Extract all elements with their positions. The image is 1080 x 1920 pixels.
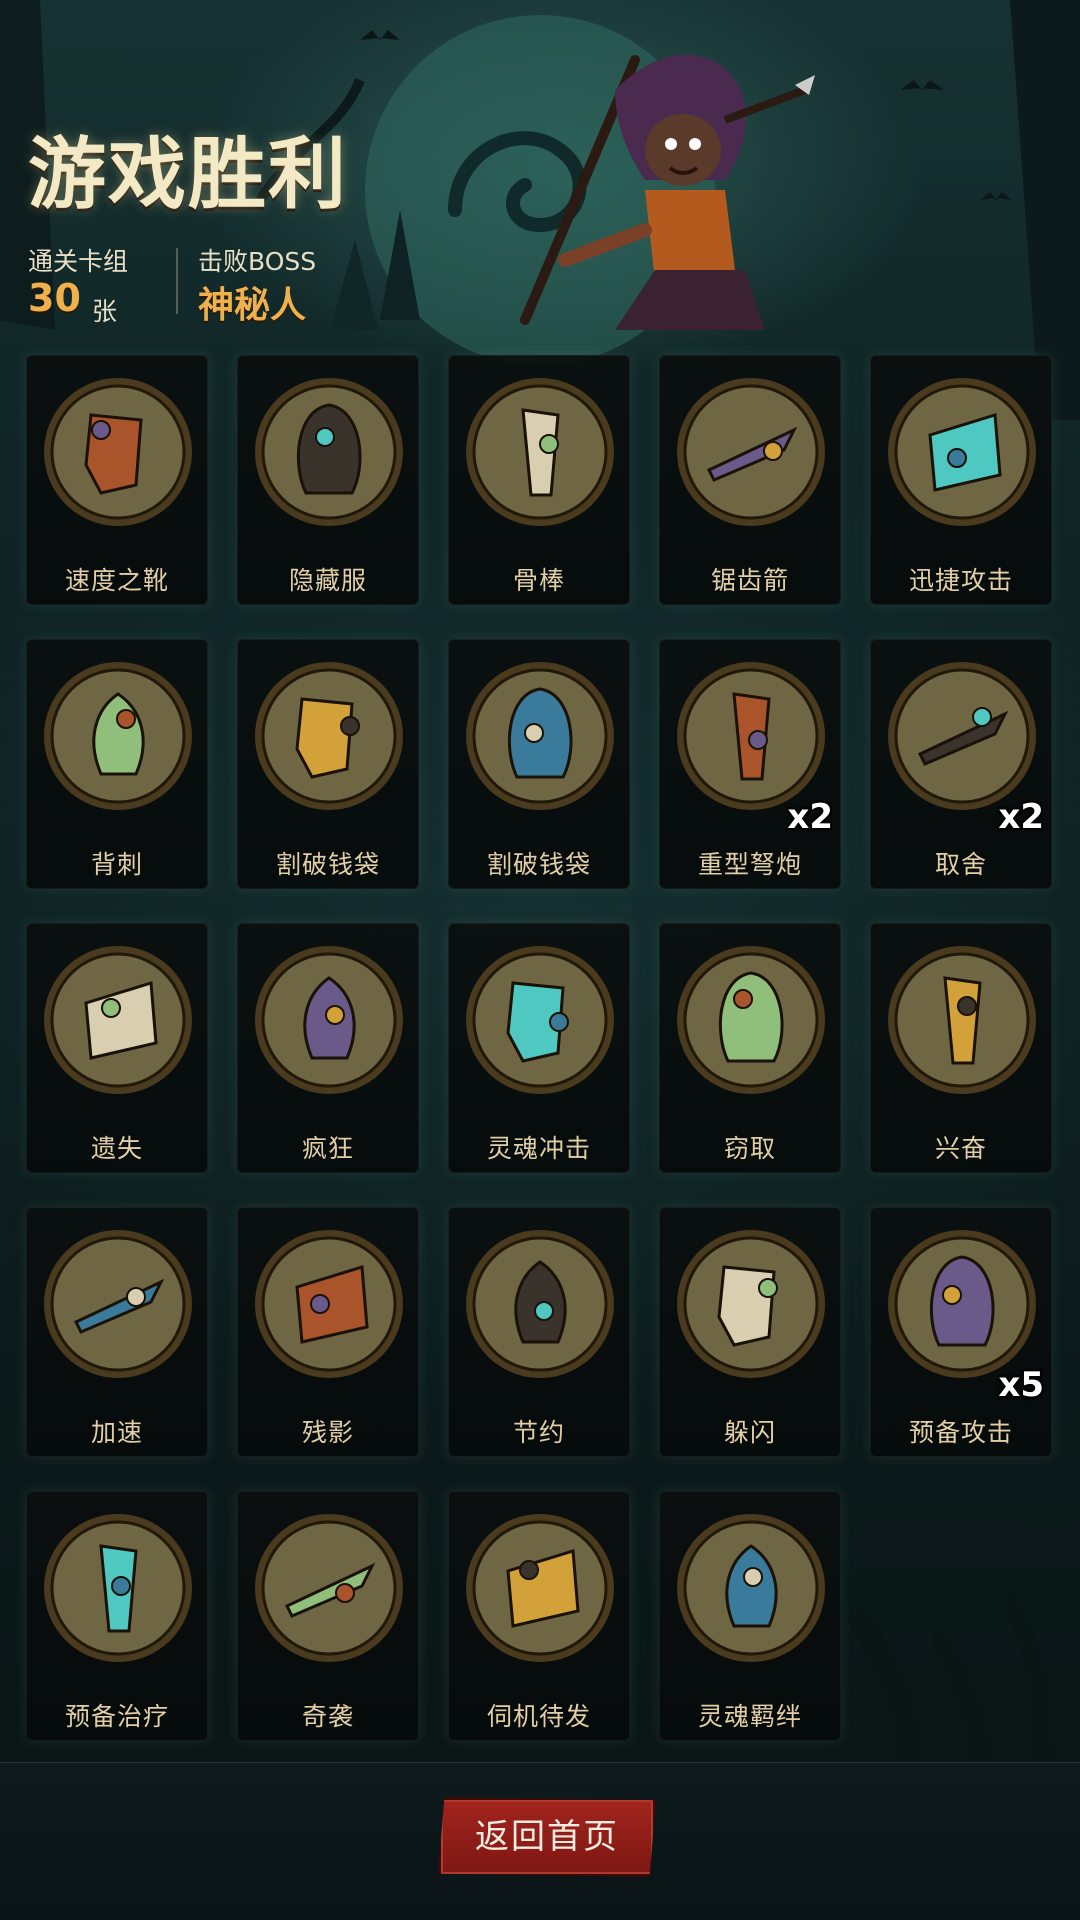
victory-screen: 游戏胜利 通关卡组 30 张 击败BOSS 神秘人 速度之靴 隐藏服 骨棒 锯齿箭 迅捷… (0, 0, 1080, 1920)
card-name: 锯齿箭 (710, 566, 789, 595)
hooded-archer-illustration (520, 54, 815, 330)
card-name: 加速 (90, 1418, 143, 1447)
card-item[interactable]: 遗失 (26, 923, 208, 1173)
ambush-icon (252, 1511, 406, 1665)
card-name: 伺机待发 (486, 1702, 591, 1731)
card-item[interactable]: 背刺 (26, 639, 208, 889)
ninja-wait-icon (463, 1511, 617, 1665)
card-name: 窃取 (723, 1134, 776, 1163)
card-name: 隐藏服 (288, 566, 367, 595)
pumpkin-madness-icon (252, 943, 406, 1097)
card-name: 节约 (512, 1418, 565, 1447)
witch-haste-icon (41, 1227, 195, 1381)
water-drop-icon (463, 1227, 617, 1381)
card-count-badge: x5 (998, 1365, 1044, 1405)
card-count-badge: x2 (787, 797, 833, 837)
excited-hammer-icon (885, 943, 1039, 1097)
cut-purse-icon (463, 659, 617, 813)
card-name: 疯狂 (301, 1134, 354, 1163)
card-name: 残影 (301, 1418, 354, 1447)
card-item[interactable]: 割破钱袋 (237, 639, 419, 889)
card-item[interactable]: 疯狂 (237, 923, 419, 1173)
card-name: 割破钱袋 (486, 850, 591, 879)
card-name: 迅捷攻击 (908, 566, 1013, 595)
card-item[interactable]: 节约 (448, 1207, 630, 1457)
soul-bond-icon (674, 1511, 828, 1665)
heal-heart-icon (41, 1511, 195, 1665)
swift-strike-icon (885, 375, 1039, 529)
card-name: 预备治疗 (64, 1702, 169, 1731)
page-title: 游戏胜利 (28, 130, 349, 220)
boss-label: 击败BOSS (198, 247, 317, 276)
card-item[interactable]: 奇袭 (237, 1491, 419, 1741)
bone-club-icon (463, 375, 617, 529)
card-name: 兴奋 (934, 1134, 987, 1163)
return-home-button[interactable]: 返回首页 (438, 1797, 656, 1877)
card-item[interactable]: 兴奋 (870, 923, 1052, 1173)
card-item[interactable]: 锯齿箭 (659, 355, 841, 605)
card-item[interactable]: 重型弩炮 x2 (659, 639, 841, 889)
clear-deck-unit: 张 (92, 297, 118, 326)
card-name: 预备攻击 (908, 1418, 1013, 1447)
card-item[interactable]: 躲闪 (659, 1207, 841, 1457)
card-item[interactable]: 窃取 (659, 923, 841, 1173)
card-name: 骨棒 (512, 566, 565, 595)
hooded-cloak-icon (252, 375, 406, 529)
card-item[interactable]: 伺机待发 (448, 1491, 630, 1741)
lost-loot-icon (41, 943, 195, 1097)
card-name: 取舍 (934, 850, 987, 879)
card-name: 灵魂羁绊 (697, 1702, 802, 1731)
card-name: 割破钱袋 (275, 850, 380, 879)
card-item[interactable]: 割破钱袋 (448, 639, 630, 889)
card-item[interactable]: 预备攻击 x5 (870, 1207, 1052, 1457)
speed-boots-icon (41, 375, 195, 529)
card-item[interactable]: 速度之靴 (26, 355, 208, 605)
boss-name: 神秘人 (198, 285, 307, 326)
ready-attack-icon (885, 1227, 1039, 1381)
card-name: 重型弩炮 (697, 850, 802, 879)
afterimage-icon (252, 1227, 406, 1381)
card-item[interactable]: 预备治疗 (26, 1491, 208, 1741)
clear-deck-label: 通关卡组 (28, 247, 129, 276)
stat-divider (176, 248, 178, 314)
card-name: 遗失 (90, 1134, 143, 1163)
old-sage-icon (885, 659, 1039, 813)
soul-blast-icon (463, 943, 617, 1097)
goblin-steal-icon (674, 943, 828, 1097)
card-item[interactable]: 灵魂冲击 (448, 923, 630, 1173)
clear-deck-count: 30 (28, 276, 81, 320)
card-grid: 速度之靴 隐藏服 骨棒 锯齿箭 迅捷攻击背刺 割破钱袋 割破钱袋 重型弩炮 x2 取舍 x2 遗失 疯狂… (26, 355, 1052, 1741)
card-name: 背刺 (90, 850, 143, 879)
card-item[interactable]: 骨棒 (448, 355, 630, 605)
card-item[interactable]: 加速 (26, 1207, 208, 1457)
backstab-icon (41, 659, 195, 813)
card-name: 灵魂冲击 (486, 1134, 591, 1163)
dodge-icon (674, 1227, 828, 1381)
card-name: 躲闪 (723, 1418, 776, 1447)
card-item[interactable]: 灵魂羁绊 (659, 1491, 841, 1741)
card-name: 奇袭 (301, 1702, 354, 1731)
heavy-ballista-icon (674, 659, 828, 813)
card-count-badge: x2 (998, 797, 1044, 837)
card-item[interactable]: 取舍 x2 (870, 639, 1052, 889)
serrated-arrow-icon (674, 375, 828, 529)
card-item[interactable]: 迅捷攻击 (870, 355, 1052, 605)
cut-purse-icon (252, 659, 406, 813)
card-item[interactable]: 隐藏服 (237, 355, 419, 605)
card-item[interactable]: 残影 (237, 1207, 419, 1457)
card-name: 速度之靴 (64, 566, 169, 595)
